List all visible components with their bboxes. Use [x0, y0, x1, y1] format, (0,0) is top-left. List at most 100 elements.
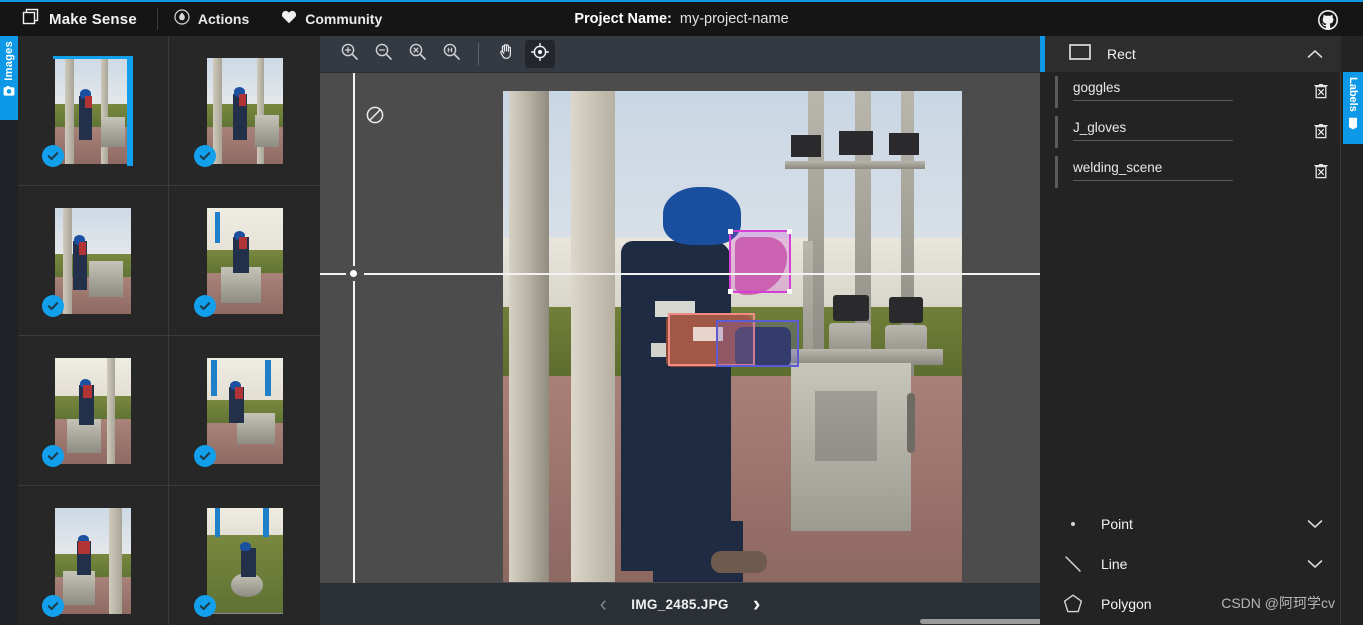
- thumbnail-image: [206, 207, 283, 314]
- thumbnail-image: [55, 57, 131, 164]
- list-item[interactable]: [18, 336, 169, 486]
- thumbnail-check-icon[interactable]: [42, 295, 64, 317]
- thumbnail-grid: [18, 36, 320, 625]
- zoom-fit-button[interactable]: [402, 40, 432, 68]
- annotation-canvas[interactable]: [320, 73, 1040, 619]
- list-item[interactable]: [18, 186, 169, 336]
- zoom-in-icon: [340, 42, 359, 66]
- heart-icon: [281, 10, 297, 29]
- crosshair-horizontal-guide: [320, 273, 346, 275]
- list-item[interactable]: [169, 36, 320, 186]
- thumbnail-image: [206, 507, 283, 614]
- thumbnail-check-icon[interactable]: [42, 445, 64, 467]
- thumbnail-image: [55, 357, 131, 464]
- trash-icon[interactable]: [1313, 122, 1329, 144]
- canvas-toolbar: [320, 36, 1040, 73]
- pan-tool-button[interactable]: [491, 40, 521, 68]
- project-name-label: Project Name:: [574, 11, 672, 27]
- label-accent-bar: [1055, 156, 1058, 188]
- chevron-down-icon[interactable]: [1307, 516, 1323, 534]
- previous-image-button[interactable]: ‹: [575, 593, 631, 615]
- github-icon[interactable]: [1317, 9, 1339, 31]
- stacked-squares-icon: [22, 8, 40, 31]
- annotated-image[interactable]: [503, 91, 962, 582]
- list-item[interactable]: welding_scene: [1045, 152, 1341, 192]
- thumbnail-image: [55, 207, 131, 314]
- crosshair-vertical-guide: [353, 73, 355, 266]
- thumbnail-check-icon[interactable]: [193, 445, 216, 467]
- sidebar-tab-labels[interactable]: Labels: [1343, 72, 1363, 144]
- zoom-fit-icon: [408, 42, 427, 66]
- thumbnail-check-icon[interactable]: [193, 145, 216, 167]
- no-entry-icon: [365, 105, 385, 130]
- thumbnail-image: [206, 57, 283, 164]
- flame-circle-icon: [174, 8, 190, 30]
- list-item[interactable]: goggles: [1045, 72, 1341, 112]
- label-name-input[interactable]: J_gloves: [1073, 120, 1233, 141]
- zoom-out-icon: [374, 42, 393, 66]
- list-item[interactable]: [169, 186, 320, 336]
- trash-icon[interactable]: [1313, 82, 1329, 104]
- line-icon: [1045, 554, 1101, 574]
- section-header-polygon[interactable]: Polygon: [1045, 584, 1341, 624]
- next-image-button[interactable]: ›: [729, 593, 785, 615]
- section-header-rect[interactable]: Rect: [1045, 36, 1341, 72]
- section-header-line[interactable]: Line: [1045, 544, 1341, 584]
- list-item[interactable]: [18, 36, 169, 186]
- annotation-box-goggles[interactable]: [728, 229, 792, 294]
- list-item[interactable]: [169, 486, 320, 625]
- zoom-in-button[interactable]: [334, 40, 364, 68]
- crosshair-vertical-guide: [353, 281, 355, 619]
- rect-label-list: goggles J_gloves welding_scene: [1045, 72, 1341, 192]
- top-bar: Make Sense Actions Community Project Nam…: [0, 0, 1363, 36]
- nav-item-actions[interactable]: Actions: [158, 2, 265, 36]
- makesense-app: Make Sense Actions Community Project Nam…: [0, 0, 1363, 625]
- section-header-point-label: Point: [1101, 516, 1133, 532]
- chevron-right-icon: ›: [753, 591, 761, 616]
- crosshair-center-dot: [350, 270, 357, 277]
- annotation-box-welding-scene[interactable]: [716, 320, 799, 367]
- section-header-polygon-label: Polygon: [1101, 596, 1152, 612]
- image-icon: [3, 84, 15, 102]
- brand-logo[interactable]: Make Sense: [0, 2, 157, 36]
- chevron-left-icon: ‹: [599, 591, 607, 616]
- list-item[interactable]: [18, 486, 169, 625]
- list-item[interactable]: [169, 336, 320, 486]
- project-name-value: my-project-name: [679, 11, 789, 27]
- crosshair-target-icon: [530, 42, 550, 67]
- crosshair-horizontal-guide: [364, 273, 1040, 275]
- pan-hand-icon: [497, 42, 516, 66]
- sidebar-tab-images[interactable]: Images: [0, 36, 18, 120]
- nav-item-community[interactable]: Community: [265, 2, 398, 36]
- thumbnail-check-icon[interactable]: [193, 595, 216, 617]
- chevron-down-icon[interactable]: [1307, 556, 1323, 574]
- sidebar-tab-labels-label: Labels: [1347, 77, 1359, 112]
- chevron-up-icon[interactable]: [1307, 46, 1323, 64]
- trash-icon[interactable]: [1313, 162, 1329, 184]
- nav-item-actions-label: Actions: [197, 11, 250, 27]
- nav-item-community-label: Community: [305, 11, 383, 27]
- image-thumbnail-panel[interactable]: [18, 36, 320, 625]
- section-header-point[interactable]: Point: [1045, 504, 1341, 544]
- label-accent-bar: [1055, 116, 1058, 148]
- zoom-out-button[interactable]: [368, 40, 398, 68]
- section-header-line-label: Line: [1101, 556, 1128, 572]
- thumbnail-image: [206, 357, 283, 464]
- label-name-input[interactable]: welding_scene: [1073, 160, 1233, 181]
- current-image-filename: IMG_2485.JPG: [631, 596, 729, 612]
- list-item[interactable]: J_gloves: [1045, 112, 1341, 152]
- thumbnail-image: [55, 507, 131, 614]
- editor-area: ‹ IMG_2485.JPG ›: [320, 36, 1280, 625]
- select-tool-button[interactable]: [525, 40, 555, 68]
- label-name-input[interactable]: goggles: [1073, 80, 1233, 101]
- label-accent-bar: [1055, 76, 1058, 108]
- rectangle-icon: [1069, 43, 1091, 65]
- labels-panel: Rect goggles J_gloves welding_scene Poin…: [1040, 36, 1363, 625]
- thumbnail-check-icon[interactable]: [42, 595, 64, 617]
- thumbnail-check-icon[interactable]: [193, 295, 216, 317]
- thumbnail-check-icon[interactable]: [42, 145, 64, 167]
- polygon-icon: [1045, 593, 1101, 615]
- zoom-actual-size-button[interactable]: [436, 40, 466, 68]
- point-icon: [1045, 519, 1101, 529]
- sidebar-tab-images-label: Images: [3, 41, 15, 81]
